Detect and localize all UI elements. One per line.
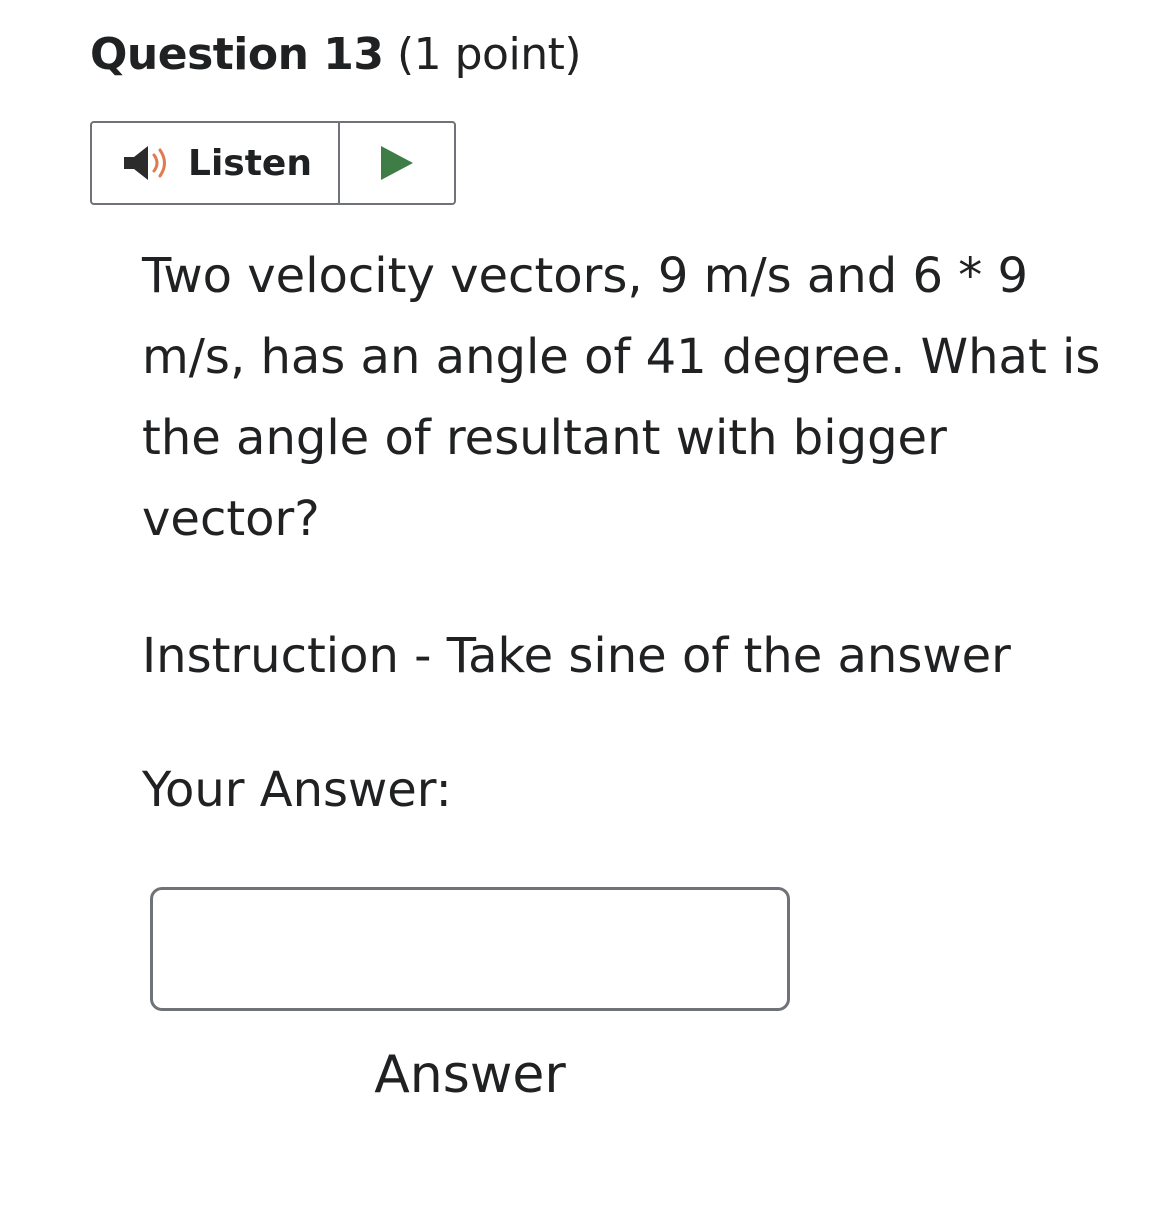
listen-button[interactable]: Listen — [92, 123, 340, 203]
answer-heading: Your Answer: — [142, 762, 452, 818]
play-button[interactable] — [340, 123, 454, 203]
question-title: Question 13 (1 point) — [90, 22, 582, 88]
answer-caption: Answer — [374, 1045, 566, 1105]
instruction-text: Instruction - Take sine of the answer — [142, 628, 1011, 684]
question-number: Question 13 — [90, 29, 384, 80]
answer-input[interactable] — [150, 887, 790, 1011]
play-icon — [381, 146, 413, 180]
listen-label: Listen — [188, 142, 312, 184]
speaker-icon — [124, 146, 166, 180]
question-text: Two velocity vectors, 9 m/s and 6 * 9 m/… — [142, 248, 1101, 547]
question-points: (1 point) — [396, 29, 582, 80]
listen-widget: Listen — [90, 121, 456, 205]
